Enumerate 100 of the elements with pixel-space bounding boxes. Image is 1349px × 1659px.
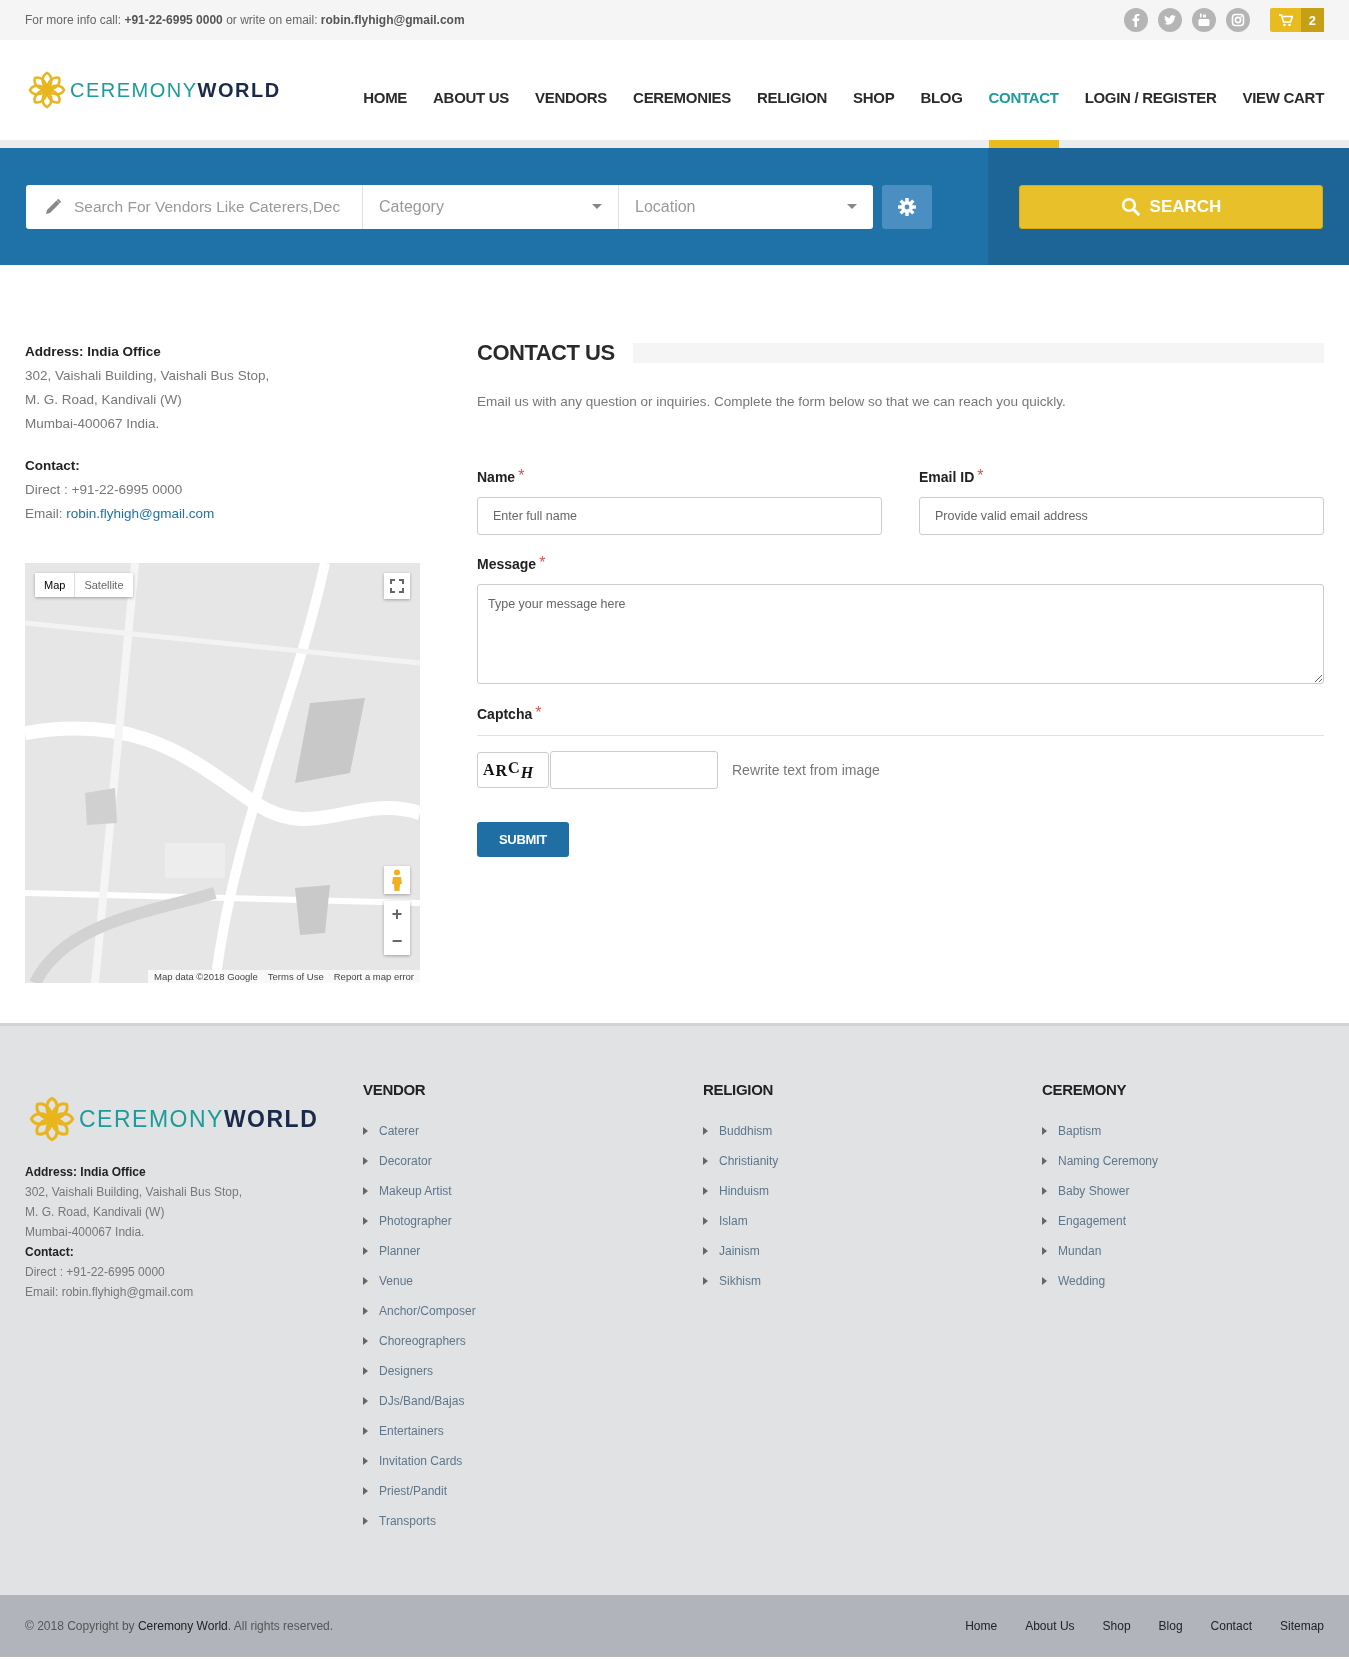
required-mark: *: [535, 706, 542, 720]
copyright-text: . All rights reserved.: [227, 1619, 334, 1633]
zoom-out-button[interactable]: −: [384, 928, 410, 955]
search-field[interactable]: Search For Vendors Like Caterers,Dec: [26, 184, 362, 229]
fullscreen-button[interactable]: [384, 573, 410, 599]
caret-icon: [363, 1487, 368, 1495]
captcha-field[interactable]: [550, 751, 718, 789]
caret-icon: [363, 1217, 368, 1225]
contact-info-text: For more info call: +91-22-6995 0000 or write on email: robin.flyhigh@gmail.com: [25, 13, 465, 27]
footer-link[interactable]: Anchor/Composer: [379, 1304, 476, 1318]
address-line: Mumbai-400067 India.: [25, 415, 161, 433]
footer-link[interactable]: Wedding: [1058, 1274, 1106, 1288]
footer-link[interactable]: Baptism: [1058, 1124, 1102, 1138]
pencil-icon: [44, 197, 62, 216]
footer-link[interactable]: Baby Shower: [1058, 1184, 1130, 1198]
footer-link[interactable]: Choreographers: [379, 1334, 466, 1348]
footer-link[interactable]: Buddhism: [719, 1124, 773, 1138]
youtube-icon[interactable]: [1191, 8, 1216, 32]
caret-icon: [1042, 1127, 1047, 1135]
logo[interactable]: CEREMONYWORLD: [28, 71, 281, 109]
caret-icon: [363, 1277, 368, 1285]
map-type-tab[interactable]: Satellite: [75, 573, 133, 597]
field-label: Name: [477, 469, 516, 485]
copyright-link[interactable]: Ceremony World: [137, 1619, 228, 1633]
cart-button[interactable]: 2: [1269, 8, 1324, 32]
caret-icon: [703, 1217, 708, 1225]
category-dropdown[interactable]: Category: [362, 184, 618, 229]
footer-nav-link[interactable]: Home: [965, 1619, 998, 1633]
nav-link[interactable]: LOGIN / REGISTER: [1084, 40, 1217, 148]
facebook-icon[interactable]: [1123, 8, 1148, 32]
footer-link[interactable]: Designers: [379, 1364, 434, 1378]
logo[interactable]: CEREMONYWORLD: [29, 1096, 363, 1142]
caret-icon: [1042, 1277, 1047, 1285]
address-line: 302, Vaishali Building, Vaishali Bus Stop,: [25, 1184, 244, 1201]
field-label: Email ID: [919, 469, 975, 485]
footer-link[interactable]: Mundan: [1058, 1244, 1102, 1258]
map-link[interactable]: Terms of Use: [267, 971, 324, 982]
footer-nav-link[interactable]: Contact: [1210, 1619, 1252, 1633]
footer-link[interactable]: Sikhism: [719, 1274, 761, 1288]
column-heading: RELIGION: [703, 1081, 775, 1098]
footer-link[interactable]: Transports: [379, 1514, 436, 1528]
footer-link[interactable]: DJs/Band/Bajas: [379, 1394, 465, 1408]
caret-icon: [703, 1127, 708, 1135]
fullscreen-icon: [390, 579, 404, 593]
instagram-icon[interactable]: [1225, 8, 1250, 32]
nav-link[interactable]: SHOP: [853, 40, 895, 148]
caret-icon: [1042, 1157, 1047, 1165]
caret-icon: [363, 1337, 368, 1345]
street-view-button[interactable]: [384, 866, 410, 894]
map-link[interactable]: Report a map error: [333, 971, 414, 982]
input-field[interactable]: Provide valid email address: [919, 497, 1324, 535]
caret-icon: [363, 1397, 368, 1405]
nav-link[interactable]: VENDORS: [535, 40, 608, 148]
email-text: Email: robin.flyhigh@gmail.com: [25, 1284, 195, 1301]
caret-icon: [363, 1127, 368, 1135]
footer-link[interactable]: Caterer: [379, 1124, 419, 1138]
footer-link[interactable]: Entertainers: [379, 1424, 444, 1438]
twitter-icon[interactable]: [1157, 8, 1182, 32]
footer-link[interactable]: Naming Ceremony: [1058, 1154, 1159, 1168]
cart-count: 2: [1300, 8, 1324, 32]
footer-link[interactable]: Invitation Cards: [379, 1454, 463, 1468]
contact-heading: Contact:: [25, 457, 81, 475]
submit-button[interactable]: SUBMIT: [477, 822, 569, 857]
settings-icon: [897, 196, 917, 217]
caret-icon: [1042, 1247, 1047, 1255]
search-icon: [1120, 197, 1140, 216]
footer-nav-link[interactable]: Sitemap: [1279, 1619, 1324, 1633]
footer-link[interactable]: Photographer: [379, 1214, 452, 1228]
nav-link[interactable]: ABOUT US: [433, 40, 509, 148]
footer-link[interactable]: Christianity: [719, 1154, 779, 1168]
footer-nav-link[interactable]: Shop: [1102, 1619, 1131, 1633]
input-field[interactable]: Enter full name: [477, 497, 882, 535]
nav-link[interactable]: CEREMONIES: [633, 40, 731, 148]
nav-link[interactable]: HOME: [363, 40, 408, 148]
message-field[interactable]: Type your message here: [477, 584, 1324, 684]
footer-link[interactable]: Makeup Artist: [379, 1184, 452, 1198]
footer-link[interactable]: Islam: [719, 1214, 748, 1228]
contact-heading: Contact:: [25, 1244, 75, 1261]
field-label: Message: [477, 556, 537, 572]
footer-link[interactable]: Decorator: [379, 1154, 432, 1168]
footer-link[interactable]: Planner: [379, 1244, 421, 1258]
nav-link[interactable]: BLOG: [920, 40, 963, 148]
footer-link[interactable]: Jainism: [719, 1244, 760, 1258]
captcha-image: ARCH: [477, 752, 549, 788]
settings-button[interactable]: [882, 184, 932, 229]
footer-link[interactable]: Engagement: [1058, 1214, 1127, 1228]
footer-link[interactable]: Hinduism: [719, 1184, 769, 1198]
nav-link[interactable]: VIEW CART: [1242, 40, 1324, 148]
map-type-tab[interactable]: Map: [35, 573, 76, 597]
nav-link[interactable]: RELIGION: [756, 40, 828, 148]
email-link[interactable]: robin.flyhigh@gmail.com: [66, 506, 215, 521]
footer-link[interactable]: Priest/Pandit: [379, 1484, 448, 1498]
address-line: Mumbai-400067 India.: [25, 1224, 146, 1241]
zoom-in-button[interactable]: +: [384, 901, 410, 928]
column-heading: VENDOR: [363, 1081, 427, 1098]
footer-nav-link[interactable]: Blog: [1158, 1619, 1183, 1633]
footer-link[interactable]: Venue: [379, 1274, 414, 1288]
location-dropdown[interactable]: Location: [618, 184, 873, 229]
footer-nav-link[interactable]: About Us: [1025, 1619, 1075, 1633]
caret-icon: [363, 1247, 368, 1255]
